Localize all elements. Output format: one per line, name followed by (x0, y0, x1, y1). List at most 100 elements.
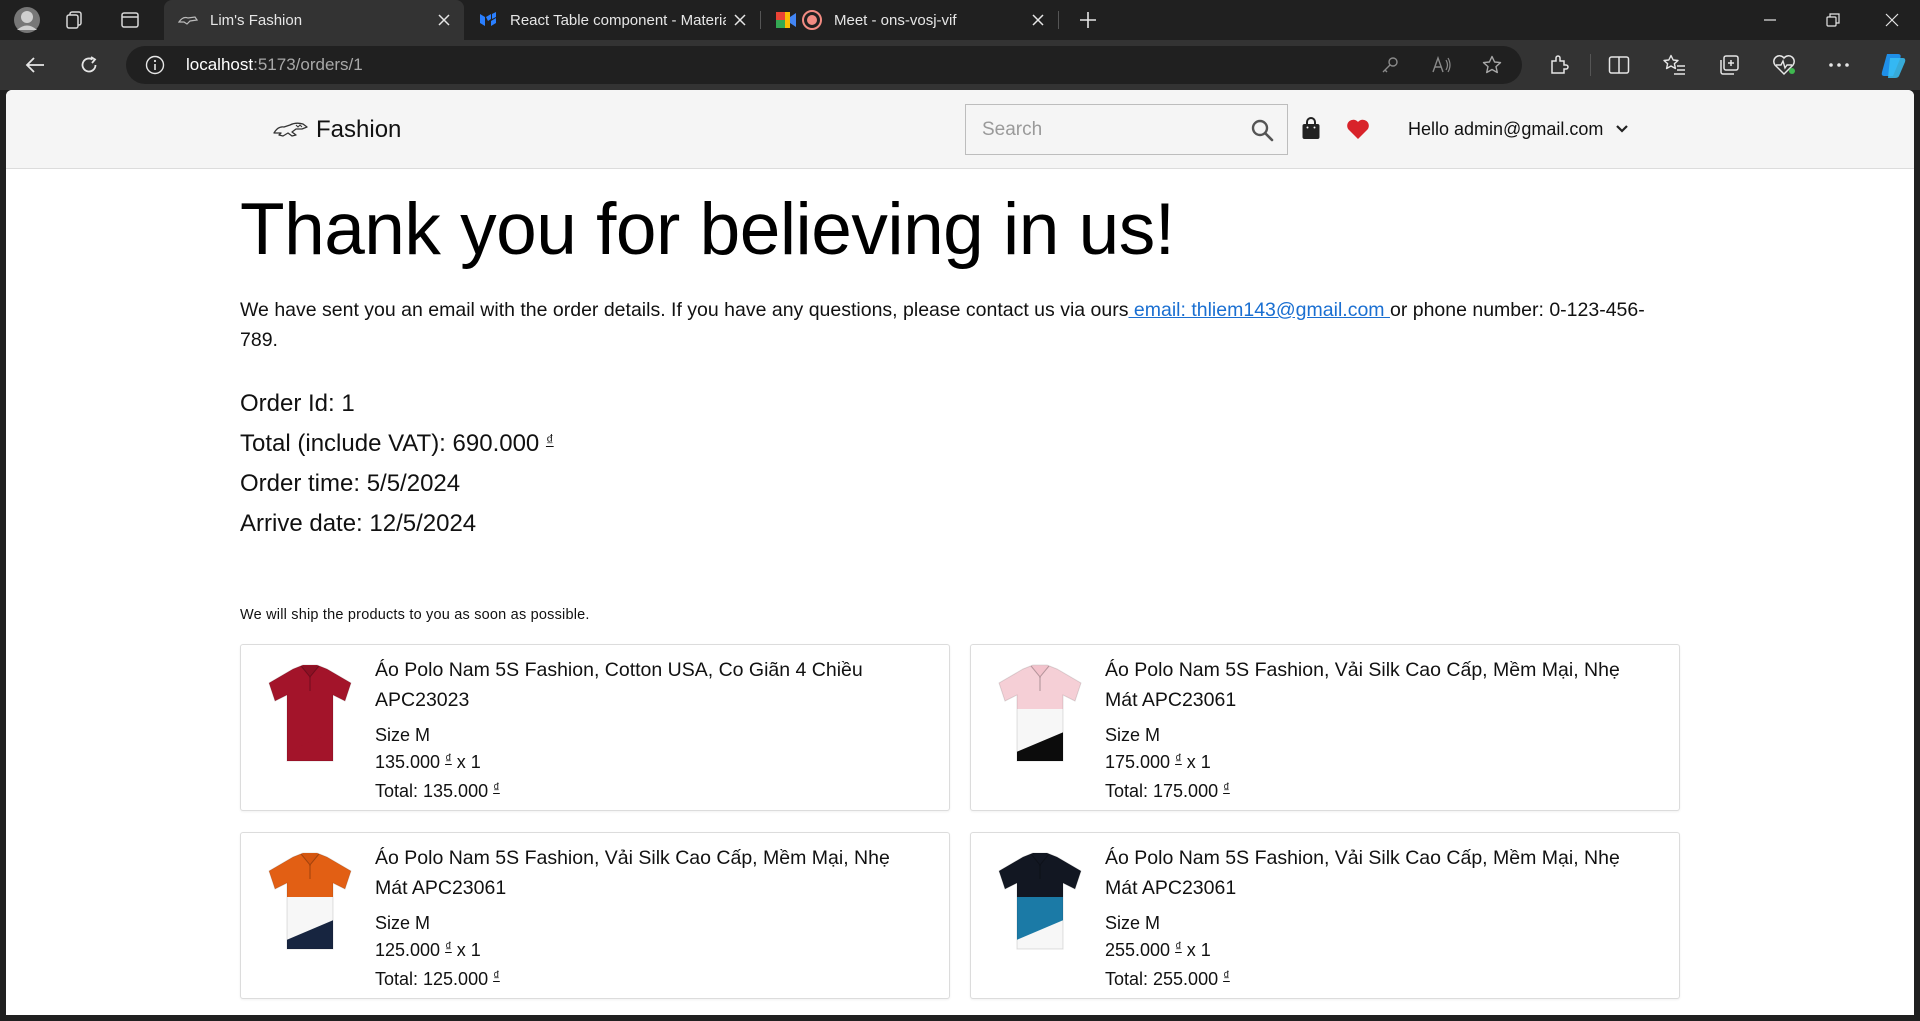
more-options-icon[interactable] (1823, 50, 1855, 80)
quantity: x 1 (456, 940, 481, 960)
url-host: localhost (186, 55, 254, 74)
search-icon (1251, 119, 1273, 141)
profile-avatar[interactable] (10, 4, 44, 36)
recording-icon (802, 10, 822, 30)
wishlist-button[interactable] (1343, 116, 1373, 142)
quantity: x 1 (456, 752, 481, 772)
close-tab-icon[interactable] (430, 6, 458, 34)
collections-icon[interactable] (1713, 50, 1745, 80)
workspaces-icon (66, 11, 82, 29)
currency-symbol: ₫ (445, 939, 452, 954)
price-value: 175.000 (1105, 752, 1171, 772)
order-item-card[interactable]: Áo Polo Nam 5S Fashion, Cotton USA, Co G… (240, 644, 950, 811)
contact-email-link[interactable]: email: thliem143@gmail.com (1128, 299, 1389, 321)
order-item-card[interactable]: Áo Polo Nam 5S Fashion, Vải Silk Cao Cấp… (970, 832, 1680, 999)
search-input[interactable] (966, 105, 1236, 154)
product-price: 175.000 ₫ x 1 (1105, 751, 1211, 773)
product-name[interactable]: Áo Polo Nam 5S Fashion, Vải Silk Cao Cấp… (1105, 843, 1645, 903)
tab-lims-fashion[interactable]: Lim's Fashion (164, 0, 464, 40)
tab-meet[interactable]: Meet - ons-vosj-vif (762, 0, 1058, 40)
product-price: 255.000 ₫ x 1 (1105, 939, 1211, 961)
order-item-card[interactable]: Áo Polo Nam 5S Fashion, Vải Silk Cao Cấp… (240, 832, 950, 999)
currency-symbol: ₫ (445, 751, 452, 766)
crocodile-logo-icon (273, 122, 308, 137)
product-image[interactable] (995, 661, 1085, 766)
tab-react-table[interactable]: React Table component - Materia (464, 0, 760, 40)
order-total: Total (include VAT): 690.000 ₫ (240, 430, 554, 458)
product-size: Size M (375, 913, 431, 933)
product-image[interactable] (265, 661, 355, 766)
favorites-icon[interactable] (1658, 50, 1690, 80)
order-id: Order Id: 1 (240, 390, 355, 417)
arrow-left-icon (25, 57, 44, 73)
brand-name: Fashion (316, 116, 402, 143)
address-bar[interactable]: localhost:5173/orders/1 (126, 46, 1522, 84)
toolbar-separator (1590, 54, 1591, 76)
tab-title: Meet - ons-vosj-vif (834, 11, 957, 29)
read-aloud-icon[interactable] (1430, 54, 1454, 76)
back-button[interactable] (18, 49, 52, 81)
mui-logo-icon (478, 10, 498, 30)
price-value: 135.000 (375, 752, 441, 772)
avatar-icon (14, 7, 40, 33)
chevron-down-icon (1615, 124, 1629, 134)
total-value: Total: 255.000 (1105, 969, 1219, 989)
product-name[interactable]: Áo Polo Nam 5S Fashion, Cotton USA, Co G… (375, 655, 915, 715)
url-text[interactable]: localhost:5173/orders/1 (186, 46, 363, 84)
currency-symbol: ₫ (1175, 751, 1182, 766)
key-icon[interactable] (1378, 54, 1402, 76)
cart-button[interactable] (1298, 116, 1324, 142)
browser-essentials-icon[interactable] (1768, 50, 1800, 80)
product-image[interactable] (265, 849, 355, 954)
total-value: Total: 135.000 (375, 781, 489, 801)
order-item-card[interactable]: Áo Polo Nam 5S Fashion, Vải Silk Cao Cấp… (970, 644, 1680, 811)
polo-shirt-icon (268, 852, 352, 950)
price-value: 255.000 (1105, 940, 1171, 960)
shopping-bag-icon (1302, 117, 1320, 139)
price-value: 125.000 (375, 940, 441, 960)
arrive-date: Arrive date: 12/5/2024 (240, 510, 477, 537)
site-info-icon[interactable] (144, 54, 166, 76)
split-screen-icon[interactable] (1603, 50, 1635, 80)
favorite-star-icon[interactable] (1480, 54, 1504, 76)
plus-icon (1080, 12, 1096, 28)
restore-button[interactable] (1813, 5, 1853, 35)
product-price: 125.000 ₫ x 1 (375, 939, 481, 961)
product-name[interactable]: Áo Polo Nam 5S Fashion, Vải Silk Cao Cấp… (1105, 655, 1645, 715)
close-tab-icon[interactable] (1024, 6, 1052, 34)
currency-symbol: ₫ (493, 968, 500, 983)
product-total: Total: 255.000 ₫ (1105, 968, 1230, 990)
page-title: Thank you for believing in us! (240, 189, 1175, 270)
refresh-button[interactable] (72, 49, 106, 81)
restore-icon (1826, 13, 1840, 27)
minimize-button[interactable] (1750, 5, 1790, 35)
currency-symbol: ₫ (1223, 780, 1230, 795)
currency-symbol: ₫ (493, 780, 500, 795)
vertical-tabs-button[interactable] (115, 5, 145, 35)
close-window-button[interactable] (1872, 5, 1912, 35)
tab-separator (1058, 11, 1059, 29)
search-button[interactable] (1236, 105, 1287, 154)
order-message: We have sent you an email with the order… (240, 295, 1680, 355)
product-price: 135.000 ₫ x 1 (375, 751, 481, 773)
browser-toolbar: localhost:5173/orders/1 (0, 40, 1920, 90)
brand-logo[interactable]: Fashion (272, 114, 401, 146)
product-total: Total: 135.000 ₫ (375, 780, 500, 802)
close-tab-icon[interactable] (726, 6, 754, 34)
tab-actions-icon (121, 12, 139, 28)
copilot-icon[interactable] (1876, 48, 1910, 82)
workspaces-button[interactable] (60, 5, 90, 35)
heart-icon (1347, 119, 1369, 139)
tab-title: React Table component - Materia (510, 11, 726, 29)
user-greeting: Hello admin@gmail.com (1408, 118, 1604, 139)
product-name[interactable]: Áo Polo Nam 5S Fashion, Vải Silk Cao Cấp… (375, 843, 915, 903)
extensions-icon[interactable] (1543, 50, 1575, 80)
new-tab-button[interactable] (1071, 5, 1105, 35)
minimize-icon (1764, 19, 1776, 21)
product-image[interactable] (995, 849, 1085, 954)
refresh-icon (81, 56, 97, 73)
user-menu[interactable]: Hello admin@gmail.com (1408, 113, 1629, 145)
polo-shirt-icon (268, 664, 352, 762)
product-size: Size M (1105, 913, 1161, 933)
quantity: x 1 (1186, 752, 1211, 772)
